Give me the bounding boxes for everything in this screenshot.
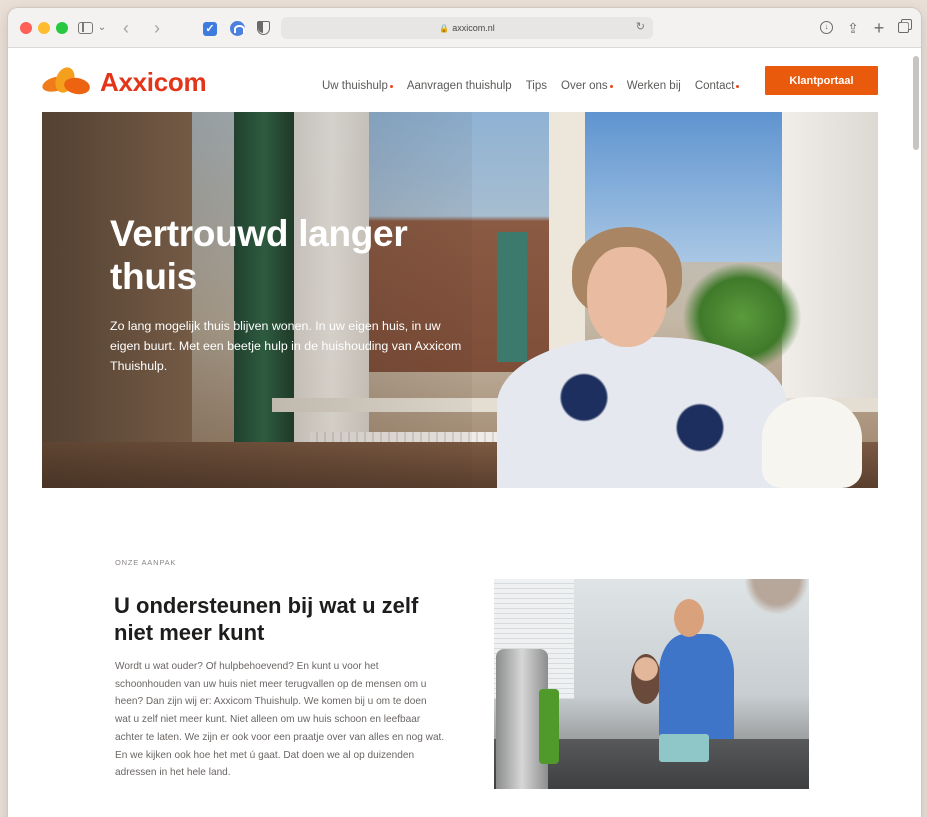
nav-item-aanvragen-thuishulp[interactable]: Aanvragen thuishulp xyxy=(407,80,512,92)
nav-label: Uw thuishulp xyxy=(322,80,388,92)
new-tab-icon[interactable]: + xyxy=(870,18,888,38)
chevron-down-icon[interactable]: ⌄ xyxy=(97,19,107,37)
section-body: Wordt u wat ouder? Of hulpbehoevend? En … xyxy=(115,661,445,779)
nav-item-over-ons[interactable]: Over ons xyxy=(561,80,613,92)
site-logo[interactable]: Axxicom xyxy=(40,64,207,100)
zoom-window-button[interactable] xyxy=(56,22,68,34)
shield-icon[interactable] xyxy=(257,21,270,35)
nav-item-werken-bij[interactable]: Werken bij xyxy=(627,80,681,92)
section-photo xyxy=(494,579,809,789)
forward-arrow-icon[interactable]: › xyxy=(151,19,163,37)
nav-item-uw-thuishulp[interactable]: Uw thuishulp xyxy=(322,80,393,92)
logo-mark-icon xyxy=(40,64,94,99)
dropdown-dot-icon xyxy=(609,84,613,88)
nav-item-contact[interactable]: Contact xyxy=(695,80,740,92)
hero-text: Zo lang mogelijk thuis blijven wonen. In… xyxy=(110,319,462,373)
reload-icon[interactable]: ↻ xyxy=(636,20,645,33)
close-window-button[interactable] xyxy=(20,22,32,34)
sidebar-toggle-icon[interactable] xyxy=(78,19,94,37)
nav-label: Tips xyxy=(525,80,548,92)
nav-label: Over ons xyxy=(561,80,608,92)
browser-window: ⌄ ‹ › ✓ 🔒 axxicom.nl ↻ ↓ ⇪ + Axxicom Uw … xyxy=(8,8,921,817)
klantportaal-button[interactable]: Klantportaal xyxy=(765,66,878,95)
browser-toolbar: ⌄ ‹ › ✓ 🔒 axxicom.nl ↻ ↓ ⇪ + xyxy=(8,8,921,48)
share-icon[interactable]: ⇪ xyxy=(844,18,862,38)
section-eyebrow: ONZE AANPAK xyxy=(115,558,177,567)
back-arrow-icon[interactable]: ‹ xyxy=(120,19,132,37)
scrollbar[interactable] xyxy=(913,56,919,150)
address-bar-url: axxicom.nl xyxy=(452,23,495,33)
main-nav: Uw thuishulp Aanvragen thuishulp Tips Ov… xyxy=(322,80,753,92)
web-page: Axxicom Uw thuishulp Aanvragen thuishulp… xyxy=(8,48,921,817)
dropdown-dot-icon xyxy=(389,84,393,88)
logo-text: Axxicom xyxy=(100,66,207,97)
extension-icon[interactable] xyxy=(230,21,245,36)
nav-label: Aanvragen thuishulp xyxy=(406,80,512,92)
nav-label: Contact xyxy=(694,80,735,92)
nav-label: Werken bij xyxy=(626,80,681,92)
checkbox-extension-icon[interactable]: ✓ xyxy=(203,22,217,36)
hero-image: Vertrouwd langer thuis Zo lang mogelijk … xyxy=(42,112,878,488)
address-bar[interactable]: 🔒 axxicom.nl ↻ xyxy=(281,17,653,39)
minimize-window-button[interactable] xyxy=(38,22,50,34)
lock-icon: 🔒 xyxy=(439,23,450,33)
hero-title: Vertrouwd langer thuis xyxy=(110,213,408,297)
nav-item-tips[interactable]: Tips xyxy=(526,80,547,92)
dropdown-dot-icon xyxy=(736,84,740,88)
section-title: U ondersteunen bij wat u zelf niet meer … xyxy=(114,593,419,645)
